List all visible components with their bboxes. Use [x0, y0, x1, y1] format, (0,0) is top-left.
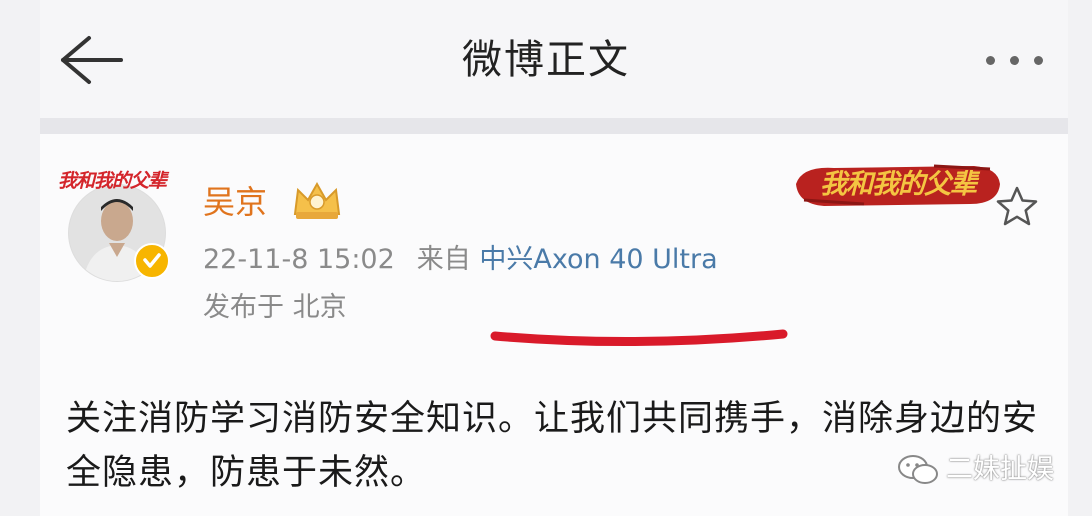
section-divider — [40, 118, 1068, 134]
username[interactable]: 吴京 — [203, 180, 267, 224]
wechat-icon — [898, 455, 938, 484]
verified-badge-icon — [134, 243, 170, 279]
event-banner[interactable]: 我和我的父辈 — [794, 160, 1002, 210]
more-dots-icon — [986, 56, 995, 65]
post-meta: 22-11-8 15:02 来自 中兴Axon 40 Ultra — [203, 240, 718, 280]
red-underline-mark — [490, 329, 788, 347]
star-icon — [996, 186, 1038, 226]
page-title: 微博正文 — [462, 37, 630, 83]
location-label: 发布于 北京 — [203, 292, 347, 323]
banner-label: 我和我的父辈 — [820, 169, 977, 200]
watermark-label: 二妹扯娱 — [946, 454, 1054, 485]
favorite-button[interactable] — [994, 184, 1040, 228]
source-prefix: 来自 — [416, 244, 471, 275]
avatar-frame-label: 我和我的父辈 — [58, 170, 167, 192]
crown-badge-icon — [293, 181, 341, 219]
more-button[interactable] — [980, 46, 1050, 74]
device-link[interactable]: 中兴Axon 40 Ultra — [479, 244, 717, 275]
timestamp: 22-11-8 15:02 — [203, 244, 395, 275]
